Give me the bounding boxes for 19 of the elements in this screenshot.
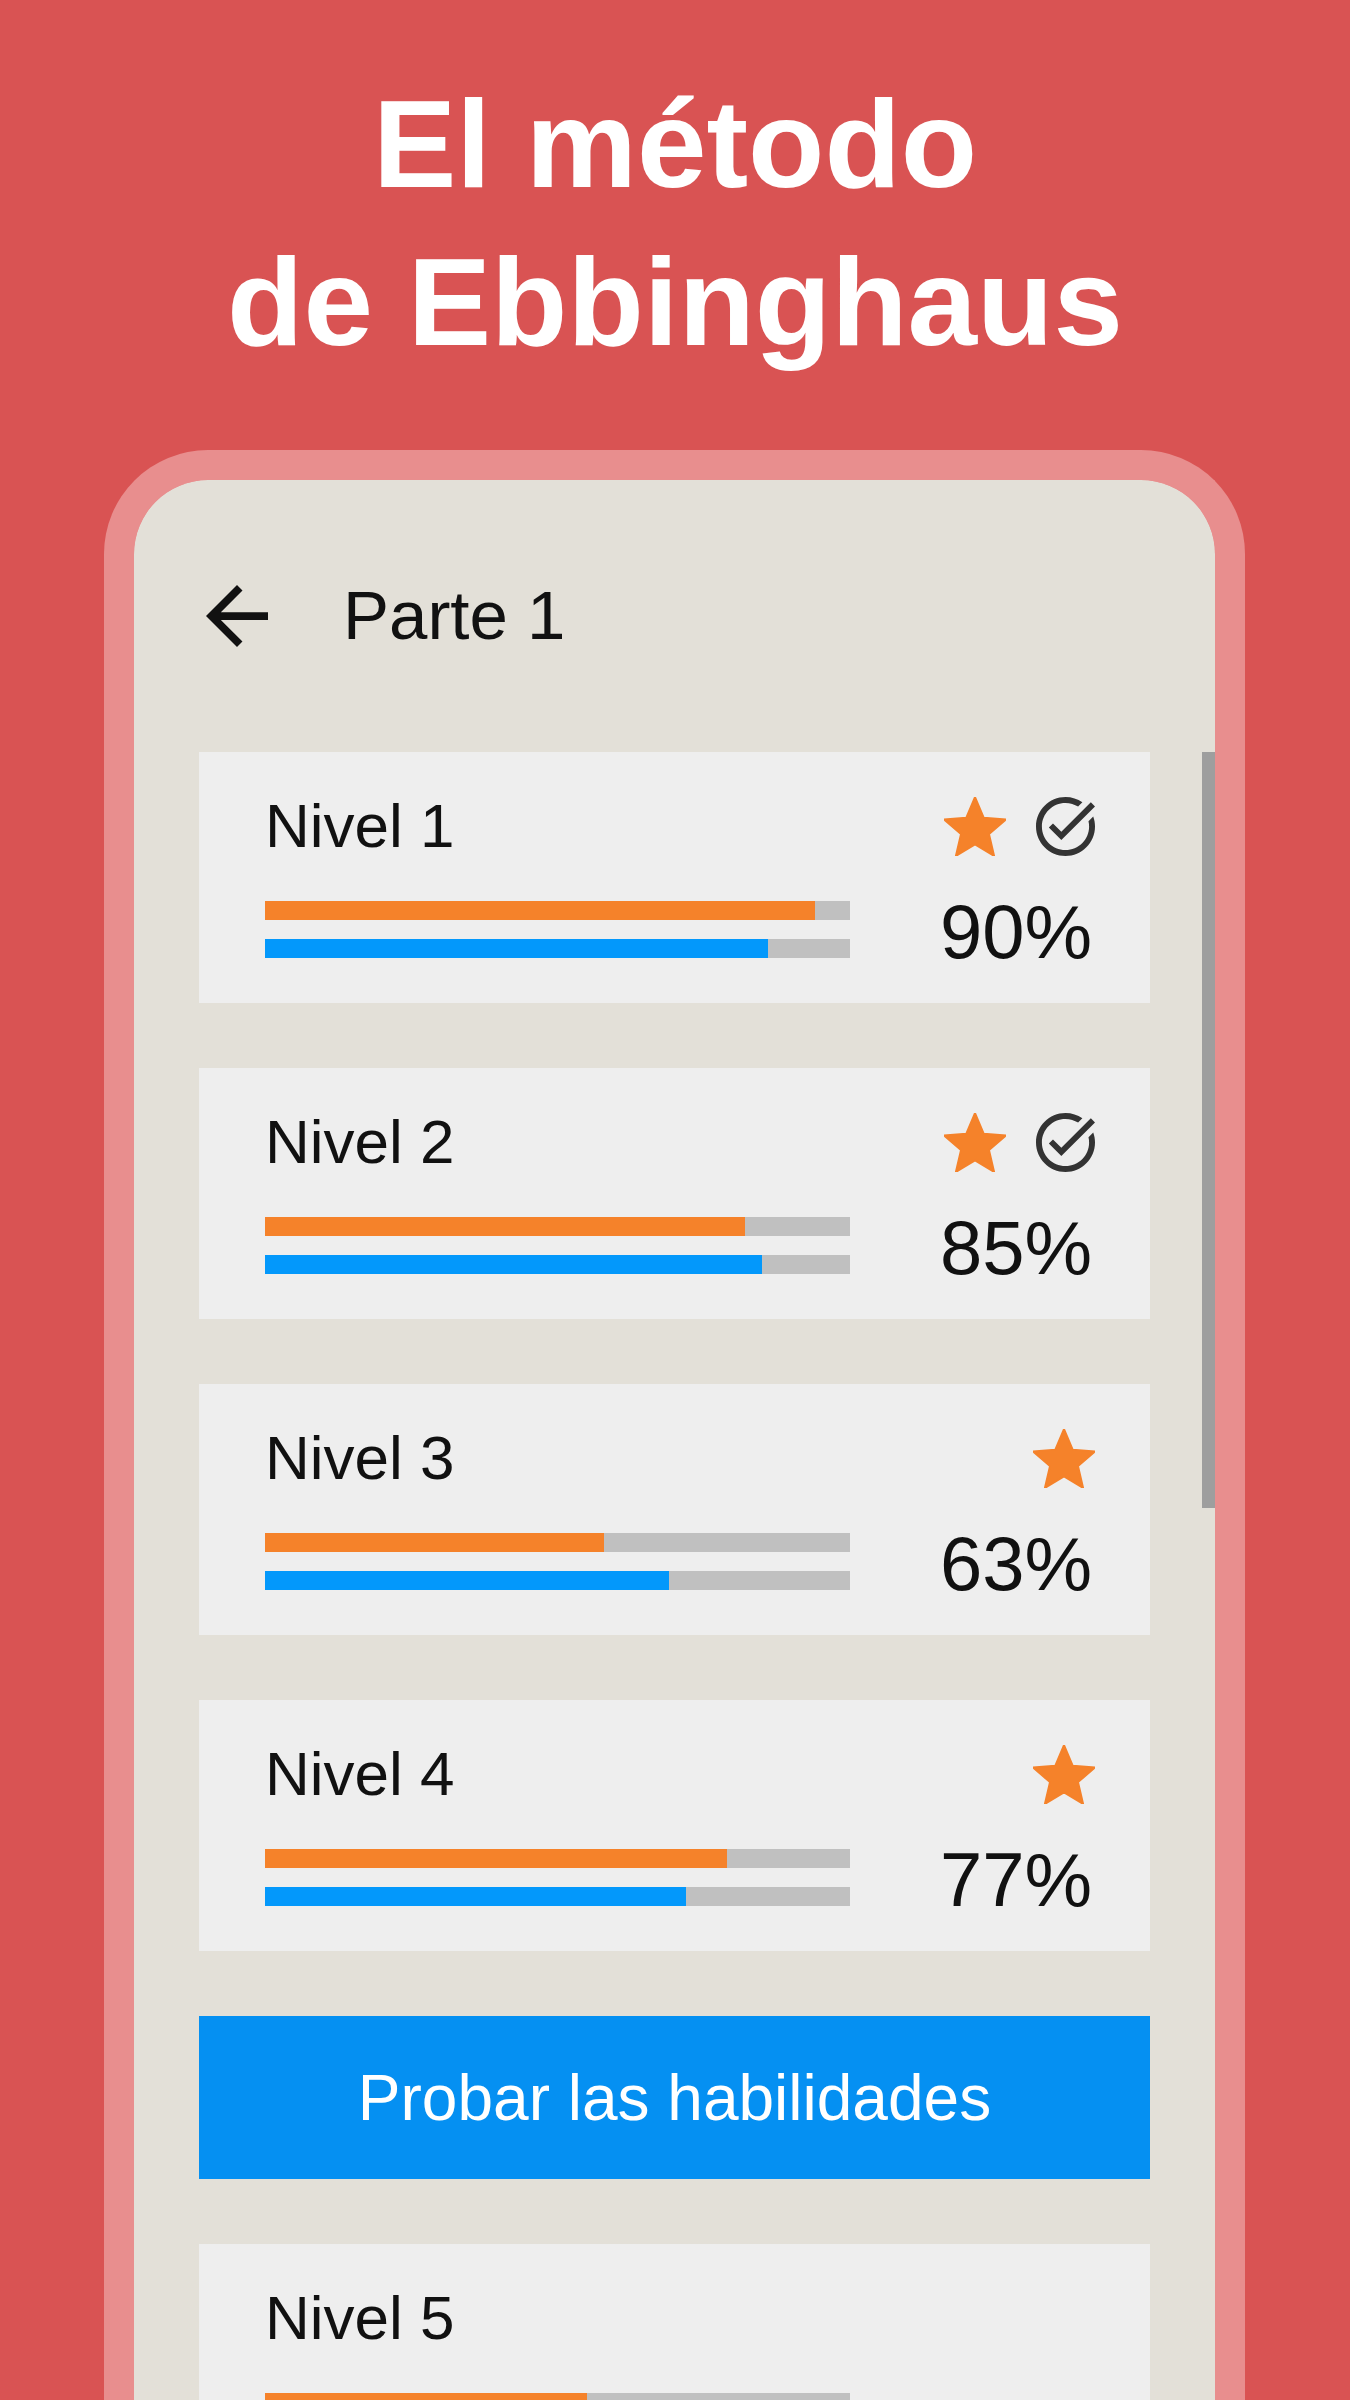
scrollbar-thumb[interactable] — [1202, 752, 1215, 1508]
level-card[interactable]: Nivel 4 77% — [199, 1700, 1150, 1951]
percent-text: 63% — [939, 1525, 1092, 1603]
arrow-left-icon — [206, 585, 268, 647]
level-card[interactable]: Nivel 3 63% — [199, 1384, 1150, 1635]
percent-text: 90% — [939, 893, 1092, 971]
headline-text: El método de Ebbinghaus — [226, 73, 1124, 373]
screen-title: Parte 1 — [343, 580, 566, 652]
level-title: Nivel 1 — [265, 794, 455, 858]
level-card[interactable]: Nivel 5 — [199, 2244, 1150, 2400]
level-card[interactable]: Nivel 1 90% — [199, 752, 1150, 1003]
level-title: Nivel 2 — [265, 1110, 455, 1174]
percent-text: 77% — [939, 1841, 1092, 1919]
back-button[interactable] — [206, 585, 268, 647]
level-title: Nivel 3 — [265, 1426, 455, 1490]
level-title: Nivel 4 — [265, 1742, 455, 1806]
level-title: Nivel 5 — [265, 2286, 455, 2350]
percent-text: 85% — [939, 1209, 1092, 1287]
level-card[interactable]: Nivel 2 85% — [199, 1068, 1150, 1319]
